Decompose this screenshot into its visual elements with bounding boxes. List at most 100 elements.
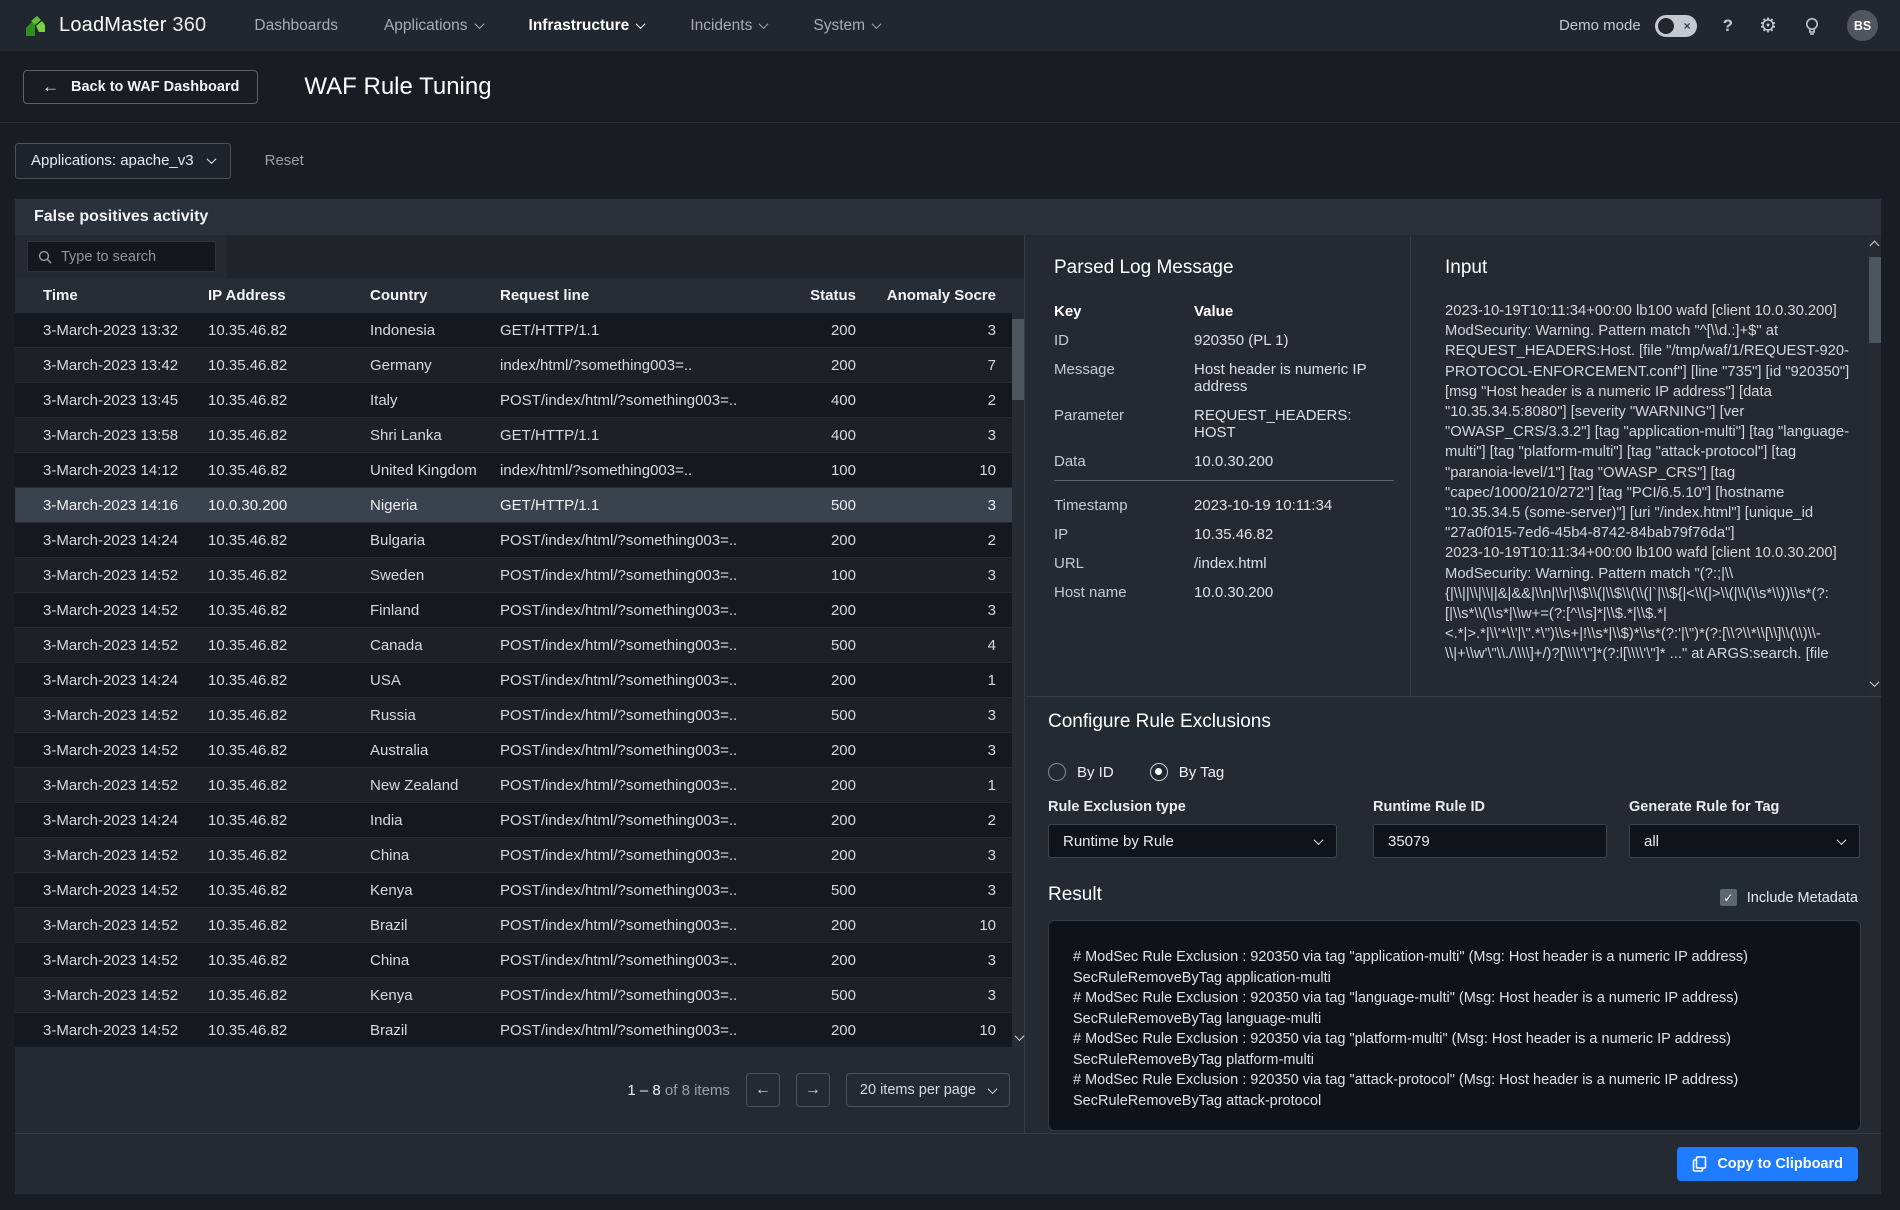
table-row[interactable]: 3-March-2023 14:5210.35.46.82KenyaPOST/i… — [15, 872, 1024, 907]
result-line: SecRuleRemoveByTag application-multi — [1073, 968, 1836, 989]
table-row[interactable]: 3-March-2023 14:5210.35.46.82KenyaPOST/i… — [15, 977, 1024, 1012]
cell-request: POST/index/html/?something003=.. — [500, 882, 760, 899]
cell-anomaly-score: 3 — [856, 427, 996, 444]
input-log-panel: Input 2023-10-19T10:11:34+00:00 lb100 wa… — [1410, 235, 1869, 696]
page-title: WAF Rule Tuning — [304, 73, 491, 101]
items-per-page-dropdown[interactable]: 20 items per page — [846, 1073, 1010, 1107]
cell-anomaly-score: 1 — [856, 777, 996, 794]
table-row[interactable]: 3-March-2023 14:5210.35.46.82SwedenPOST/… — [15, 557, 1024, 592]
table-row[interactable]: 3-March-2023 14:5210.35.46.82New Zealand… — [15, 767, 1024, 802]
prev-page-button[interactable]: ← — [746, 1073, 780, 1107]
cell-anomaly-score: 2 — [856, 812, 996, 829]
activity-table-section: Time IP Address Country Request line Sta… — [15, 235, 1025, 1133]
cell-anomaly-score: 3 — [856, 707, 996, 724]
demo-mode-label: Demo mode — [1559, 17, 1641, 34]
cell-anomaly-score: 3 — [856, 322, 996, 339]
radio-by-tag[interactable]: By Tag — [1150, 763, 1225, 781]
table-row[interactable]: 3-March-2023 14:2410.35.46.82USAPOST/ind… — [15, 662, 1024, 697]
cell-time: 3-March-2023 14:52 — [43, 882, 208, 899]
table-row[interactable]: 3-March-2023 14:5210.35.46.82BrazilPOST/… — [15, 907, 1024, 942]
cell-status: 200 — [760, 847, 856, 864]
scrollbar-thumb[interactable] — [1869, 257, 1881, 343]
table-row[interactable]: 3-March-2023 14:5210.35.46.82CanadaPOST/… — [15, 627, 1024, 662]
input-scrollbar[interactable] — [1869, 235, 1881, 696]
cell-status: 200 — [760, 1022, 856, 1039]
table-scrollbar[interactable] — [1012, 312, 1024, 1047]
page-header: ← Back to WAF Dashboard WAF Rule Tuning — [0, 51, 1900, 123]
help-icon[interactable]: ? — [1723, 16, 1733, 36]
rule-exclusion-type-dropdown[interactable]: Runtime by Rule — [1048, 824, 1337, 858]
nav-item-dashboards[interactable]: Dashboards — [254, 17, 338, 35]
chevron-down-icon — [872, 19, 882, 29]
include-metadata-checkbox[interactable]: ✓ Include Metadata — [1720, 889, 1858, 906]
rule-exclusion-type-value: Runtime by Rule — [1063, 833, 1174, 850]
table-row[interactable]: 3-March-2023 14:5210.35.46.82RussiaPOST/… — [15, 697, 1024, 732]
cell-time: 3-March-2023 14:52 — [43, 847, 208, 864]
exclusion-fields: Rule Exclusion type Runtime by Rule Runt… — [1048, 799, 1861, 858]
table-row[interactable]: 3-March-2023 14:5210.35.46.82ChinaPOST/i… — [15, 942, 1024, 977]
cell-time: 3-March-2023 13:45 — [43, 392, 208, 409]
generate-rule-for-tag-dropdown[interactable]: all — [1629, 824, 1860, 858]
table-row[interactable]: 3-March-2023 14:2410.35.46.82IndiaPOST/i… — [15, 802, 1024, 837]
cell-request: POST/index/html/?something003=.. — [500, 987, 760, 1004]
avatar[interactable]: BS — [1847, 10, 1878, 41]
scroll-down-chevron-icon[interactable] — [1870, 677, 1880, 687]
cell-time: 3-March-2023 14:24 — [43, 812, 208, 829]
next-page-button[interactable]: → — [796, 1073, 830, 1107]
cell-anomaly-score: 1 — [856, 672, 996, 689]
table-row[interactable]: 3-March-2023 14:5210.35.46.82FinlandPOST… — [15, 592, 1024, 627]
scroll-up-chevron-icon[interactable] — [1870, 241, 1880, 251]
table-row[interactable]: 3-March-2023 13:5810.35.46.82Shri LankaG… — [15, 417, 1024, 452]
table-row[interactable]: 3-March-2023 14:1610.0.30.200NigeriaGET/… — [15, 487, 1024, 522]
table-row[interactable]: 3-March-2023 13:3210.35.46.82IndonesiaGE… — [15, 312, 1024, 347]
scrollbar-thumb[interactable] — [1012, 319, 1024, 400]
demo-mode-toggle[interactable]: × — [1655, 15, 1697, 37]
panel-footer: Copy to Clipboard — [15, 1133, 1881, 1194]
cell-anomaly-score: 3 — [856, 987, 996, 1004]
applications-filter-dropdown[interactable]: Applications: apache_v3 — [15, 143, 231, 179]
runtime-rule-id-input[interactable] — [1388, 833, 1592, 850]
cell-time: 3-March-2023 14:52 — [43, 567, 208, 584]
search-box[interactable] — [27, 241, 216, 272]
cell-ip: 10.35.46.82 — [208, 777, 370, 794]
lightbulb-icon[interactable] — [1803, 16, 1821, 36]
cell-anomaly-score: 4 — [856, 637, 996, 654]
result-line: # ModSec Rule Exclusion : 920350 via tag… — [1073, 1070, 1836, 1091]
table-row[interactable]: 3-March-2023 14:5210.35.46.82AustraliaPO… — [15, 732, 1024, 767]
loadmaster-logo-icon — [22, 12, 49, 39]
radio-by-id[interactable]: By ID — [1048, 763, 1114, 781]
settings-gear-icon[interactable]: ⚙ — [1759, 13, 1777, 38]
cell-request: POST/index/html/?something003=.. — [500, 742, 760, 759]
copy-icon — [1692, 1156, 1707, 1172]
nav-item-incidents[interactable]: Incidents — [690, 17, 767, 35]
cell-time: 3-March-2023 14:16 — [43, 497, 208, 514]
cell-request: POST/index/html/?something003=.. — [500, 567, 760, 584]
cell-country: Finland — [370, 602, 500, 619]
top-nav: LoadMaster 360 DashboardsApplicationsInf… — [0, 0, 1900, 51]
table-row[interactable]: 3-March-2023 14:5210.35.46.82BrazilPOST/… — [15, 1012, 1024, 1047]
cell-country: United Kingdom — [370, 462, 500, 479]
pagination: 1 – 8 of 8 items ← → 20 items per page — [15, 1047, 1024, 1133]
table-row[interactable]: 3-March-2023 13:4210.35.46.82Germanyinde… — [15, 347, 1024, 382]
log-value: Host header is numeric IP address — [1194, 361, 1394, 395]
table-row[interactable]: 3-March-2023 14:1210.35.46.82United King… — [15, 452, 1024, 487]
table-row[interactable]: 3-March-2023 14:2410.35.46.82BulgariaPOS… — [15, 522, 1024, 557]
copy-to-clipboard-button[interactable]: Copy to Clipboard — [1677, 1147, 1858, 1181]
table-row[interactable]: 3-March-2023 14:5210.35.46.82ChinaPOST/i… — [15, 837, 1024, 872]
chevron-down-icon — [1314, 835, 1324, 845]
cell-ip: 10.35.46.82 — [208, 567, 370, 584]
table-body: 3-March-2023 13:3210.35.46.82IndonesiaGE… — [15, 312, 1024, 1047]
items-per-page-value: 20 items per page — [860, 1082, 976, 1098]
nav-item-infrastructure[interactable]: Infrastructure — [529, 17, 645, 35]
table-row[interactable]: 3-March-2023 13:4510.35.46.82ItalyPOST/i… — [15, 382, 1024, 417]
cell-anomaly-score: 3 — [856, 497, 996, 514]
cell-ip: 10.35.46.82 — [208, 847, 370, 864]
back-to-waf-dashboard-button[interactable]: ← Back to WAF Dashboard — [23, 70, 258, 104]
rule-exclusion-type-field: Rule Exclusion type Runtime by Rule — [1048, 799, 1337, 858]
cell-time: 3-March-2023 14:52 — [43, 777, 208, 794]
nav-item-system[interactable]: System — [813, 17, 880, 35]
cell-ip: 10.35.46.82 — [208, 882, 370, 899]
search-input[interactable] — [61, 249, 201, 265]
reset-link[interactable]: Reset — [265, 152, 304, 169]
nav-item-applications[interactable]: Applications — [384, 17, 483, 35]
